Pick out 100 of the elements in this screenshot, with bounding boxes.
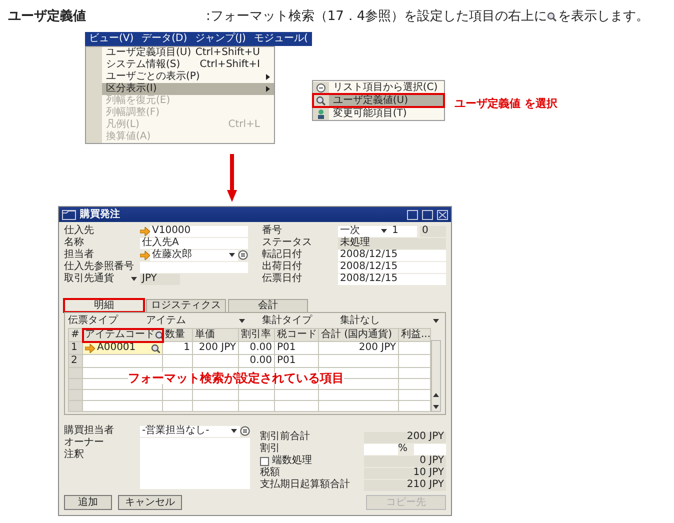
input-field[interactable] xyxy=(140,438,250,448)
action-button[interactable]: キャンセル xyxy=(118,495,182,510)
column-header[interactable]: # xyxy=(68,328,82,342)
table-cell: 200 JPY xyxy=(318,342,398,354)
menu-item[interactable]: システム情報(S) Ctrl+Shift+I xyxy=(86,59,274,71)
input-field[interactable] xyxy=(414,444,446,454)
table-cell: P01 xyxy=(274,354,318,368)
unit-label: % xyxy=(398,443,408,455)
tab[interactable]: ロジスティクス xyxy=(146,299,226,312)
link-arrow-icon xyxy=(85,344,95,352)
amount-field: 200 JPY xyxy=(364,432,446,442)
amount-field: 10 JPY xyxy=(364,468,446,478)
caret-icon xyxy=(433,319,439,323)
input-field[interactable]: 2008/12/15 xyxy=(338,250,446,260)
menu-item-icon xyxy=(316,108,326,118)
input-field[interactable]: 2008/12/15 xyxy=(338,262,446,272)
description-text: :フォーマット検索（17．4参照）を設定した項目の右上に xyxy=(206,8,548,26)
description-text: を表示します。 xyxy=(558,8,650,26)
field-label: 税額 xyxy=(260,467,280,478)
scrollbar[interactable] xyxy=(431,340,441,412)
action-button[interactable]: 追加 xyxy=(64,495,112,510)
number-field[interactable]: 1 xyxy=(390,226,417,236)
menu-item[interactable]: 区分表示(I) xyxy=(86,83,274,95)
field-label: 仕入先 xyxy=(64,225,94,237)
table-cell: 0.00 xyxy=(238,342,274,354)
select-field[interactable]: 集計なし xyxy=(338,316,442,326)
amount-field: 0 JPY xyxy=(364,456,446,466)
column-header[interactable]: 合計 (国内通貨) xyxy=(318,328,398,342)
menu-bar-item[interactable]: データ(D) xyxy=(142,33,188,45)
menu-bar-item[interactable]: ジャンプ(J) xyxy=(195,33,246,45)
menu-item[interactable]: 変更可能項目(T) xyxy=(312,107,444,120)
field-label: 仕入先参照番号 xyxy=(64,261,134,272)
row-number[interactable]: 2 xyxy=(68,354,82,368)
select-field[interactable]: アイテム xyxy=(144,316,248,326)
select-field[interactable]: -営業担当なし- xyxy=(140,426,240,436)
callout-text: フォーマット検索が設定されている項目 xyxy=(128,372,344,384)
maximize-button[interactable] xyxy=(422,210,433,220)
menu-item-icon xyxy=(316,82,326,92)
table-cell: 0.00 xyxy=(238,354,274,368)
pointer-arrow xyxy=(227,154,237,202)
field-label: 割引 xyxy=(260,443,280,454)
field-label: 伝票日付 xyxy=(262,273,302,285)
checkbox[interactable] xyxy=(260,456,269,466)
input-field: JPY xyxy=(140,274,180,284)
field-label[interactable]: 取引先通貨 xyxy=(64,273,128,285)
number-suffix: 0 xyxy=(420,226,446,236)
search-icon xyxy=(151,344,160,352)
series-select[interactable]: 一次 xyxy=(338,226,390,236)
search-icon xyxy=(547,12,558,22)
menu-bar-item[interactable]: モジュール( xyxy=(254,33,308,45)
field-label: ステータス xyxy=(262,237,312,248)
field-label: 番号 xyxy=(262,225,282,237)
menu-bar-item[interactable]: ビュー(V) xyxy=(89,33,134,45)
input-field[interactable] xyxy=(140,262,248,272)
scroll-arrows-icon[interactable] xyxy=(432,391,440,411)
amount-field: 210 JPY xyxy=(364,480,446,490)
column-header[interactable]: 数量 xyxy=(162,328,192,342)
field-label: 割引前合計 xyxy=(260,431,310,442)
input-field[interactable] xyxy=(364,444,398,454)
input-field[interactable]: 仕入先A xyxy=(140,238,248,248)
table-cell[interactable] xyxy=(82,354,162,368)
search-icon xyxy=(155,330,164,340)
tab[interactable]: 明細 xyxy=(64,299,144,312)
field-label: 転記日付 xyxy=(262,249,302,260)
close-button[interactable] xyxy=(437,210,448,220)
field-label: 伝票タイプ xyxy=(68,315,120,327)
menu-item[interactable]: ユーザ定義項目(U) Ctrl+Shift+U xyxy=(86,47,274,59)
caret-icon xyxy=(239,319,245,323)
column-header[interactable]: 割引率 xyxy=(238,328,274,342)
term-label: ユーザ定義値 xyxy=(8,8,87,26)
field-label: 担当者 xyxy=(64,249,94,260)
minimize-button[interactable] xyxy=(407,210,418,220)
list-button-icon xyxy=(240,426,250,436)
list-button-icon xyxy=(238,250,248,260)
select-field[interactable]: 佐藤次郎 xyxy=(150,250,238,260)
tab[interactable]: 会計 xyxy=(228,299,308,312)
window-title: 購買発注 xyxy=(80,208,121,220)
field-label: 支払期日起算額合計 xyxy=(260,479,350,491)
column-header[interactable]: 単価 xyxy=(192,328,238,342)
field-label: 出荷日付 xyxy=(262,261,302,273)
callout-text: ユーザ定義値 を選択 xyxy=(454,98,558,110)
field-label: オーナー xyxy=(64,437,104,448)
column-header[interactable]: 利益... xyxy=(398,328,430,342)
link-arrow-icon xyxy=(140,250,150,260)
field-label: 端数処理 xyxy=(272,455,312,466)
row-number[interactable]: 1 xyxy=(68,342,82,354)
column-header[interactable]: 税コード xyxy=(274,328,318,342)
menu-item[interactable]: ユーザ定義値(U) xyxy=(312,94,444,107)
window-icon xyxy=(62,210,76,220)
search-icon xyxy=(316,96,326,106)
menu-item[interactable]: リスト項目から選択(C) xyxy=(312,81,444,94)
input-field[interactable]: 2008/12/15 xyxy=(338,274,446,284)
input-field: 未処理 xyxy=(338,238,446,248)
field-label: 名称 xyxy=(64,237,84,248)
table-cell: P01 xyxy=(274,342,318,354)
memo-field[interactable] xyxy=(140,449,250,489)
field-label: 注釈 xyxy=(64,449,84,461)
input-field[interactable]: V10000 xyxy=(150,226,248,236)
link-arrow-icon xyxy=(140,226,150,236)
field-label: 集計タイプ xyxy=(262,315,314,327)
